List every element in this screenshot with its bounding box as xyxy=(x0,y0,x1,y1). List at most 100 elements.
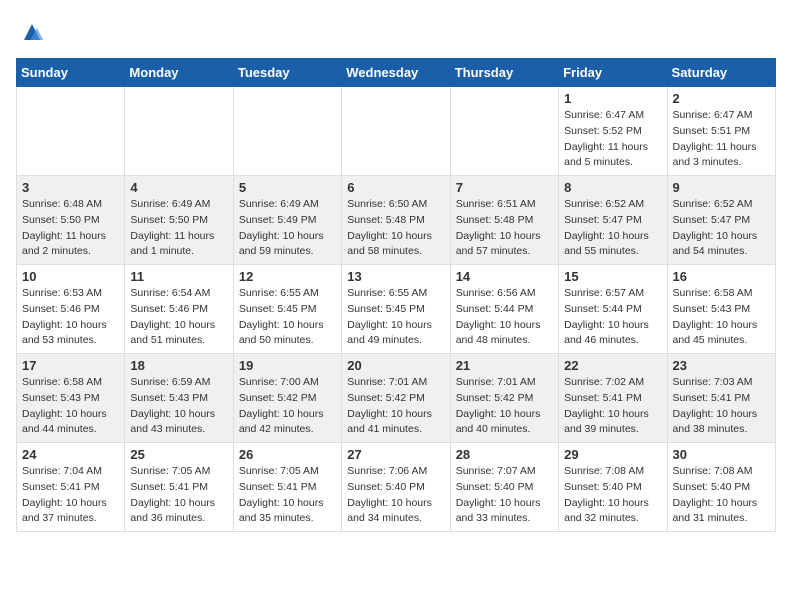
day-info: Sunrise: 6:53 AM Sunset: 5:46 PM Dayligh… xyxy=(22,286,119,349)
day-info: Sunrise: 7:00 AM Sunset: 5:42 PM Dayligh… xyxy=(239,375,336,438)
day-info: Sunrise: 7:01 AM Sunset: 5:42 PM Dayligh… xyxy=(456,375,553,438)
day-info: Sunrise: 6:56 AM Sunset: 5:44 PM Dayligh… xyxy=(456,286,553,349)
calendar-cell: 13 Sunrise: 6:55 AM Sunset: 5:45 PM Dayli… xyxy=(342,265,450,354)
day-number: 9 xyxy=(673,180,770,195)
calendar-cell: 8Sunrise: 6:52 AM Sunset: 5:47 PM Daylig… xyxy=(559,176,667,265)
day-number: 20 xyxy=(347,358,444,373)
calendar-cell: 30 Sunrise: 7:08 AM Sunset: 5:40 PM Dayli… xyxy=(667,443,775,532)
day-number: 8 xyxy=(564,180,661,195)
day-number: 14 xyxy=(456,269,553,284)
day-number: 30 xyxy=(673,447,770,462)
calendar-cell: 23 Sunrise: 7:03 AM Sunset: 5:41 PM Dayli… xyxy=(667,354,775,443)
calendar-cell: 2Sunrise: 6:47 AM Sunset: 5:51 PM Daylig… xyxy=(667,87,775,176)
day-info: Sunrise: 7:05 AM Sunset: 5:41 PM Dayligh… xyxy=(130,464,227,527)
day-number: 28 xyxy=(456,447,553,462)
col-header-saturday: Saturday xyxy=(667,59,775,87)
day-number: 10 xyxy=(22,269,119,284)
col-header-wednesday: Wednesday xyxy=(342,59,450,87)
day-info: Sunrise: 7:02 AM Sunset: 5:41 PM Dayligh… xyxy=(564,375,661,438)
day-number: 6 xyxy=(347,180,444,195)
calendar-cell: 1Sunrise: 6:47 AM Sunset: 5:52 PM Daylig… xyxy=(559,87,667,176)
logo xyxy=(16,16,54,48)
calendar-cell xyxy=(450,87,558,176)
calendar-cell: 7 Sunrise: 6:51 AM Sunset: 5:48 PM Daylig… xyxy=(450,176,558,265)
day-number: 25 xyxy=(130,447,227,462)
calendar-cell: 6 Sunrise: 6:50 AM Sunset: 5:48 PM Daylig… xyxy=(342,176,450,265)
calendar-cell: 17 Sunrise: 6:58 AM Sunset: 5:43 PM Dayli… xyxy=(17,354,125,443)
day-number: 29 xyxy=(564,447,661,462)
day-number: 13 xyxy=(347,269,444,284)
day-number: 23 xyxy=(673,358,770,373)
day-info: Sunrise: 7:04 AM Sunset: 5:41 PM Dayligh… xyxy=(22,464,119,527)
day-info: Sunrise: 6:59 AM Sunset: 5:43 PM Dayligh… xyxy=(130,375,227,438)
calendar-cell: 29 Sunrise: 7:08 AM Sunset: 5:40 PM Dayli… xyxy=(559,443,667,532)
day-number: 4 xyxy=(130,180,227,195)
day-number: 11 xyxy=(130,269,227,284)
day-info: Sunrise: 7:08 AM Sunset: 5:40 PM Dayligh… xyxy=(673,464,770,527)
col-header-friday: Friday xyxy=(559,59,667,87)
day-number: 17 xyxy=(22,358,119,373)
col-header-tuesday: Tuesday xyxy=(233,59,341,87)
day-info: Sunrise: 7:07 AM Sunset: 5:40 PM Dayligh… xyxy=(456,464,553,527)
day-info: Sunrise: 6:52 AM Sunset: 5:47 PM Dayligh… xyxy=(673,197,770,260)
day-info: Sunrise: 7:01 AM Sunset: 5:42 PM Dayligh… xyxy=(347,375,444,438)
calendar-cell: 28 Sunrise: 7:07 AM Sunset: 5:40 PM Dayli… xyxy=(450,443,558,532)
calendar-cell: 5Sunrise: 6:49 AM Sunset: 5:49 PM Daylig… xyxy=(233,176,341,265)
col-header-monday: Monday xyxy=(125,59,233,87)
calendar-header-row: SundayMondayTuesdayWednesdayThursdayFrid… xyxy=(17,59,776,87)
logo-icon xyxy=(16,16,48,48)
week-row-2: 3 Sunrise: 6:48 AM Sunset: 5:50 PM Daylig… xyxy=(17,176,776,265)
day-info: Sunrise: 6:58 AM Sunset: 5:43 PM Dayligh… xyxy=(22,375,119,438)
day-info: Sunrise: 6:55 AM Sunset: 5:45 PM Dayligh… xyxy=(347,286,444,349)
calendar-cell: 14 Sunrise: 6:56 AM Sunset: 5:44 PM Dayli… xyxy=(450,265,558,354)
day-info: Sunrise: 6:48 AM Sunset: 5:50 PM Dayligh… xyxy=(22,197,119,260)
calendar-cell: 15 Sunrise: 6:57 AM Sunset: 5:44 PM Dayli… xyxy=(559,265,667,354)
calendar-cell: 10 Sunrise: 6:53 AM Sunset: 5:46 PM Dayli… xyxy=(17,265,125,354)
calendar-cell: 21Sunrise: 7:01 AM Sunset: 5:42 PM Dayli… xyxy=(450,354,558,443)
day-info: Sunrise: 6:50 AM Sunset: 5:48 PM Dayligh… xyxy=(347,197,444,260)
calendar-cell: 11 Sunrise: 6:54 AM Sunset: 5:46 PM Dayli… xyxy=(125,265,233,354)
day-info: Sunrise: 7:08 AM Sunset: 5:40 PM Dayligh… xyxy=(564,464,661,527)
calendar-cell: 12 Sunrise: 6:55 AM Sunset: 5:45 PM Dayli… xyxy=(233,265,341,354)
day-number: 15 xyxy=(564,269,661,284)
day-number: 7 xyxy=(456,180,553,195)
day-info: Sunrise: 6:51 AM Sunset: 5:48 PM Dayligh… xyxy=(456,197,553,260)
calendar-cell xyxy=(233,87,341,176)
day-info: Sunrise: 6:55 AM Sunset: 5:45 PM Dayligh… xyxy=(239,286,336,349)
day-number: 1 xyxy=(564,91,661,106)
calendar-cell xyxy=(342,87,450,176)
day-info: Sunrise: 7:06 AM Sunset: 5:40 PM Dayligh… xyxy=(347,464,444,527)
day-number: 27 xyxy=(347,447,444,462)
calendar-cell: 24Sunrise: 7:04 AM Sunset: 5:41 PM Dayli… xyxy=(17,443,125,532)
calendar-cell: 22 Sunrise: 7:02 AM Sunset: 5:41 PM Dayli… xyxy=(559,354,667,443)
day-number: 12 xyxy=(239,269,336,284)
day-number: 2 xyxy=(673,91,770,106)
day-number: 18 xyxy=(130,358,227,373)
day-number: 19 xyxy=(239,358,336,373)
calendar: SundayMondayTuesdayWednesdayThursdayFrid… xyxy=(16,58,776,532)
col-header-thursday: Thursday xyxy=(450,59,558,87)
page-header xyxy=(16,16,776,48)
day-number: 3 xyxy=(22,180,119,195)
calendar-cell xyxy=(17,87,125,176)
week-row-3: 10 Sunrise: 6:53 AM Sunset: 5:46 PM Dayli… xyxy=(17,265,776,354)
calendar-cell: 4 Sunrise: 6:49 AM Sunset: 5:50 PM Daylig… xyxy=(125,176,233,265)
day-number: 16 xyxy=(673,269,770,284)
day-info: Sunrise: 6:54 AM Sunset: 5:46 PM Dayligh… xyxy=(130,286,227,349)
calendar-cell: 3 Sunrise: 6:48 AM Sunset: 5:50 PM Daylig… xyxy=(17,176,125,265)
day-info: Sunrise: 6:49 AM Sunset: 5:49 PM Dayligh… xyxy=(239,197,336,260)
calendar-cell: 25 Sunrise: 7:05 AM Sunset: 5:41 PM Dayli… xyxy=(125,443,233,532)
day-number: 22 xyxy=(564,358,661,373)
calendar-cell: 26Sunrise: 7:05 AM Sunset: 5:41 PM Dayli… xyxy=(233,443,341,532)
calendar-cell: 9 Sunrise: 6:52 AM Sunset: 5:47 PM Daylig… xyxy=(667,176,775,265)
calendar-cell: 16Sunrise: 6:58 AM Sunset: 5:43 PM Dayli… xyxy=(667,265,775,354)
calendar-cell: 18 Sunrise: 6:59 AM Sunset: 5:43 PM Dayli… xyxy=(125,354,233,443)
week-row-4: 17 Sunrise: 6:58 AM Sunset: 5:43 PM Dayli… xyxy=(17,354,776,443)
calendar-cell: 19 Sunrise: 7:00 AM Sunset: 5:42 PM Dayli… xyxy=(233,354,341,443)
day-number: 26 xyxy=(239,447,336,462)
calendar-cell: 27 Sunrise: 7:06 AM Sunset: 5:40 PM Dayli… xyxy=(342,443,450,532)
day-info: Sunrise: 6:49 AM Sunset: 5:50 PM Dayligh… xyxy=(130,197,227,260)
day-info: Sunrise: 7:03 AM Sunset: 5:41 PM Dayligh… xyxy=(673,375,770,438)
calendar-cell: 20 Sunrise: 7:01 AM Sunset: 5:42 PM Dayli… xyxy=(342,354,450,443)
day-info: Sunrise: 6:57 AM Sunset: 5:44 PM Dayligh… xyxy=(564,286,661,349)
